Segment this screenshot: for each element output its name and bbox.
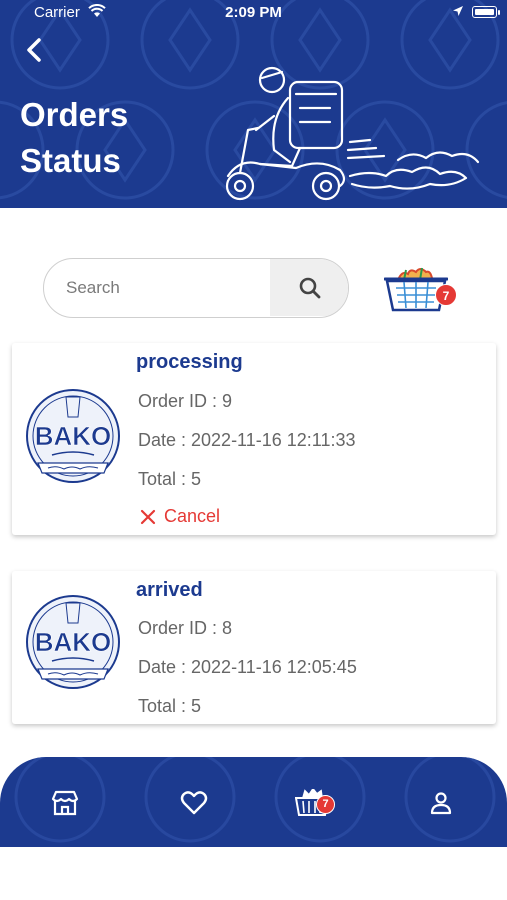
store-icon [51, 790, 79, 816]
header: Carrier 2:09 PM Orders Status [0, 0, 507, 208]
battery-nub [498, 10, 500, 15]
cart-count-badge: 7 [435, 284, 457, 306]
page-title: Orders Status [20, 96, 129, 179]
order-card[interactable]: BAKO arrived Order ID : 8 Date : 2022-11… [12, 571, 496, 724]
bako-logo: BAKO [26, 595, 120, 689]
order-status: arrived [136, 579, 203, 601]
cart-button[interactable]: 7 [383, 266, 460, 316]
cancel-order-button[interactable]: Cancel [140, 506, 220, 527]
delivery-scooter-illustration [225, 66, 480, 201]
location-arrow-icon [453, 6, 463, 16]
orders-status-screen: Carrier 2:09 PM Orders Status Search 7 B… [0, 0, 507, 900]
nav-favorites[interactable] [174, 787, 214, 819]
search-input[interactable] [66, 259, 266, 316]
bottom-nav: 7 [0, 757, 507, 847]
heart-icon [180, 791, 208, 815]
search-button[interactable] [270, 259, 348, 316]
battery-icon [472, 6, 497, 18]
nav-profile[interactable] [421, 787, 461, 819]
logo-text: BAKO [35, 421, 112, 451]
nav-store[interactable] [45, 787, 85, 819]
order-date: Date : 2022-11-16 12:11:33 [138, 430, 356, 450]
nav-cart[interactable]: 7 [292, 787, 335, 819]
order-id: Order ID : 9 [138, 391, 233, 411]
order-id: Order ID : 8 [138, 618, 233, 638]
search-icon [299, 277, 321, 298]
search-bar [43, 258, 349, 318]
cancel-label: Cancel [164, 506, 221, 526]
order-card[interactable]: BAKO processing Order ID : 9 Date : 2022… [12, 343, 496, 535]
logo-text: BAKO [35, 627, 112, 657]
back-chevron-icon[interactable] [20, 34, 50, 66]
order-total: Total : 5 [138, 469, 202, 489]
nav-cart-badge: 7 [316, 795, 335, 814]
order-date: Date : 2022-11-16 12:05:45 [138, 657, 357, 677]
status-bar: Carrier 2:09 PM [0, 0, 507, 26]
order-status: processing [136, 351, 243, 373]
clock: 2:09 PM [225, 4, 282, 21]
bako-logo: BAKO [26, 389, 120, 483]
close-icon [140, 509, 156, 524]
user-icon [430, 792, 452, 815]
order-total: Total : 5 [138, 696, 202, 716]
